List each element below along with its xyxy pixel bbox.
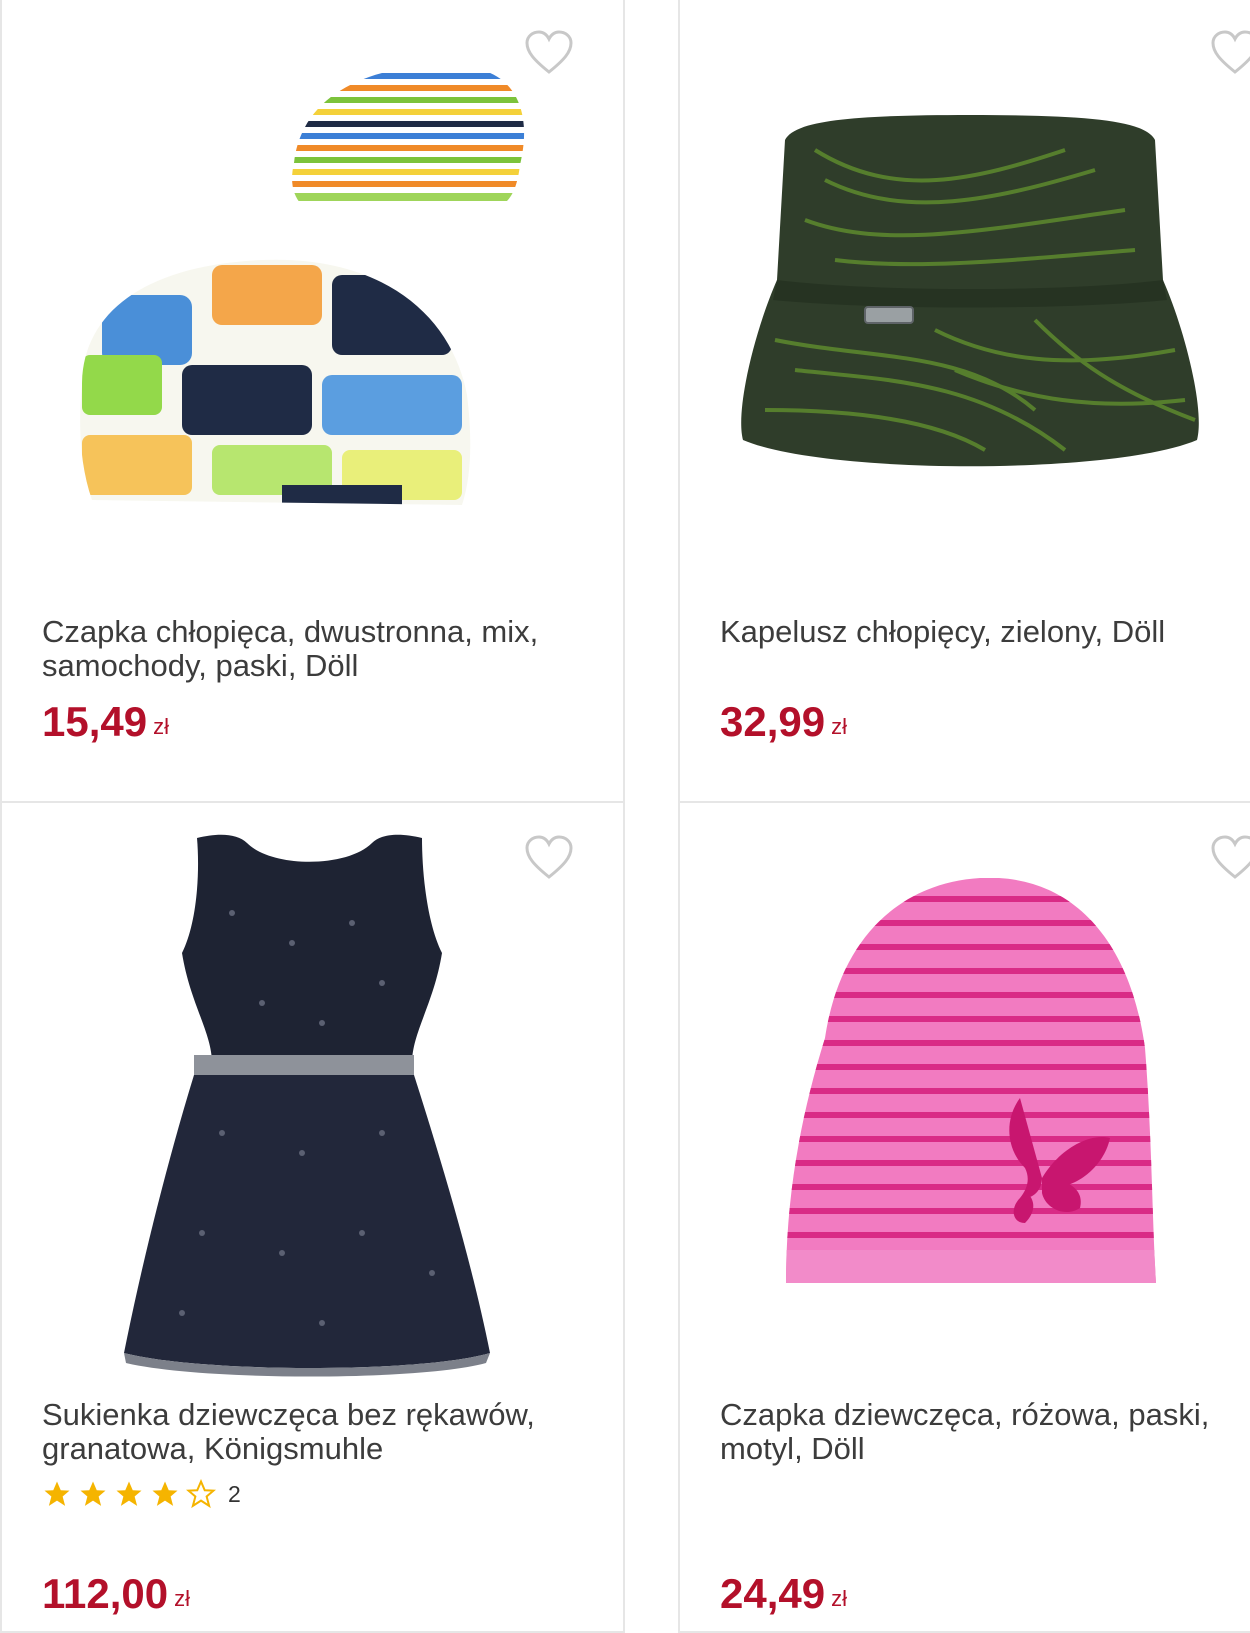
product-card[interactable]: Sukienka dziewczęca bez rękawów, granato… (0, 803, 625, 1633)
rating: 2 (42, 1479, 241, 1509)
star-filled-icon (116, 1481, 142, 1506)
product-price: 32,99 zł (720, 698, 847, 746)
price-currency: zł (174, 1586, 191, 1611)
review-count: 2 (228, 1480, 241, 1507)
favorite-heart-icon[interactable] (1210, 30, 1250, 76)
price-value: 32,99 (720, 698, 826, 745)
favorite-heart-icon[interactable] (1210, 835, 1250, 881)
product-card[interactable]: Czapka dziewczęca, różowa, paski, motyl,… (678, 803, 1250, 1633)
star-filled-icon (80, 1481, 106, 1506)
price-currency: zł (831, 1586, 847, 1611)
product-card[interactable]: Czapka chłopięca, dwustronna, mix, samoc… (0, 0, 625, 803)
price-currency: zł (831, 714, 847, 739)
product-price: 112,00 zł (42, 1570, 190, 1618)
product-image[interactable] (780, 878, 1180, 1293)
product-image[interactable] (122, 833, 502, 1378)
star-empty-icon (186, 1479, 216, 1509)
product-price: 24,49 zł (720, 1570, 847, 1618)
product-title[interactable]: Czapka chłopięca, dwustronna, mix, samoc… (42, 615, 602, 683)
price-value: 15,49 (42, 698, 148, 745)
product-title[interactable]: Kapelusz chłopięcy, zielony, Döll (720, 615, 1250, 649)
product-image[interactable] (62, 55, 532, 515)
product-title[interactable]: Czapka dziewczęca, różowa, paski, motyl,… (720, 1398, 1250, 1466)
product-price: 15,49 zł (42, 698, 169, 746)
product-title[interactable]: Sukienka dziewczęca bez rękawów, granato… (42, 1398, 602, 1466)
star-filled-icon (152, 1481, 178, 1506)
product-card[interactable]: Kapelusz chłopięcy, zielony, Döll 32,99 z… (678, 0, 1250, 803)
favorite-heart-icon[interactable] (524, 835, 574, 881)
product-image[interactable] (735, 110, 1205, 490)
star-filled-icon (44, 1481, 70, 1506)
price-currency: zł (153, 714, 169, 739)
